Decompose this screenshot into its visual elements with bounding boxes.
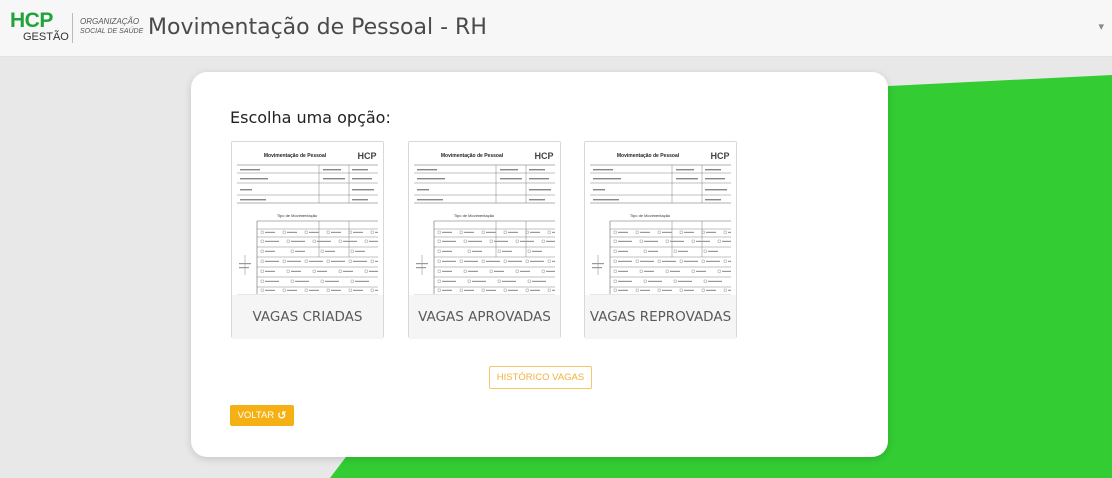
thumb-title: Movimentação de Pessoal (264, 153, 327, 159)
top-navbar: HCP GESTÃO ORGANIZAÇÃO SOCIAL DE SAÚDE M… (0, 0, 1112, 57)
option-vagas-reprovadas[interactable]: Movimentação de Pessoal HCP Tipo de Movime… (584, 141, 737, 339)
form-thumbnail: Movimentação de Pessoal HCP Tipo de Movime… (414, 145, 555, 295)
org-label: ORGANIZAÇÃO SOCIAL DE SAÚDE (80, 17, 143, 37)
thumb-section-title: Tipo de Movimentação (277, 213, 318, 218)
thumb-title: Movimentação de Pessoal (617, 153, 680, 159)
form-preview-image: Movimentação de Pessoal HCP Tipo de Movime… (414, 151, 555, 294)
option-vagas-aprovadas[interactable]: Movimentação de Pessoal HCP Tipo de Movime… (408, 141, 561, 339)
history-vagas-button[interactable]: HISTÓRICO VAGAS (489, 366, 592, 389)
option-label: VAGAS REPROVADAS (585, 295, 736, 339)
thumb-logo: HCP (710, 151, 729, 161)
form-preview-image: Movimentação de Pessoal HCP Tipo de Movime… (590, 151, 731, 294)
org-line2: SOCIAL DE SAÚDE (80, 28, 144, 35)
option-label: VAGAS CRIADAS (232, 295, 383, 339)
main-card: Escolha uma opção: Movimentação de Pesso… (191, 72, 888, 457)
refresh-icon: ↺ (277, 410, 287, 422)
thumb-title: Movimentação de Pessoal (441, 153, 504, 159)
form-preview-content: Movimentação de Pessoal HCP Tipo de Movime… (590, 151, 731, 294)
back-button[interactable]: VOLTAR ↺ (230, 405, 294, 426)
page-title: Movimentação de Pessoal - RH (148, 15, 487, 40)
user-menu-toggle[interactable]: ▾ (1094, 20, 1104, 33)
form-thumbnail: Movimentação de Pessoal HCP Tipo de Movime… (237, 145, 378, 295)
form-preview-image: Movimentação de Pessoal HCP Tipo de Movime… (237, 151, 378, 294)
form-preview-content: Movimentação de Pessoal HCP Tipo de Movime… (414, 151, 555, 294)
option-label: VAGAS APROVADAS (409, 295, 560, 339)
logo-divider (72, 13, 73, 43)
form-preview-content: Movimentação de Pessoal HCP Tipo de Movime… (237, 151, 378, 294)
thumb-section-title: Tipo de Movimentação (630, 213, 671, 218)
hcp-logo[interactable]: HCP GESTÃO (10, 9, 69, 45)
thumb-logo: HCP (357, 151, 376, 161)
org-line1: ORGANIZAÇÃO (80, 17, 140, 26)
logo-brand: HCP (10, 9, 53, 32)
thumb-logo: HCP (534, 151, 553, 161)
choose-option-heading: Escolha uma opção: (230, 108, 391, 127)
logo-sub: GESTÃO (23, 31, 69, 43)
back-button-label: VOLTAR (237, 410, 275, 421)
thumb-section-title: Tipo de Movimentação (454, 213, 495, 218)
option-vagas-criadas[interactable]: Movimentação de Pessoal HCP Tipo de Movime… (231, 141, 384, 339)
form-thumbnail: Movimentação de Pessoal HCP Tipo de Movime… (590, 145, 731, 295)
